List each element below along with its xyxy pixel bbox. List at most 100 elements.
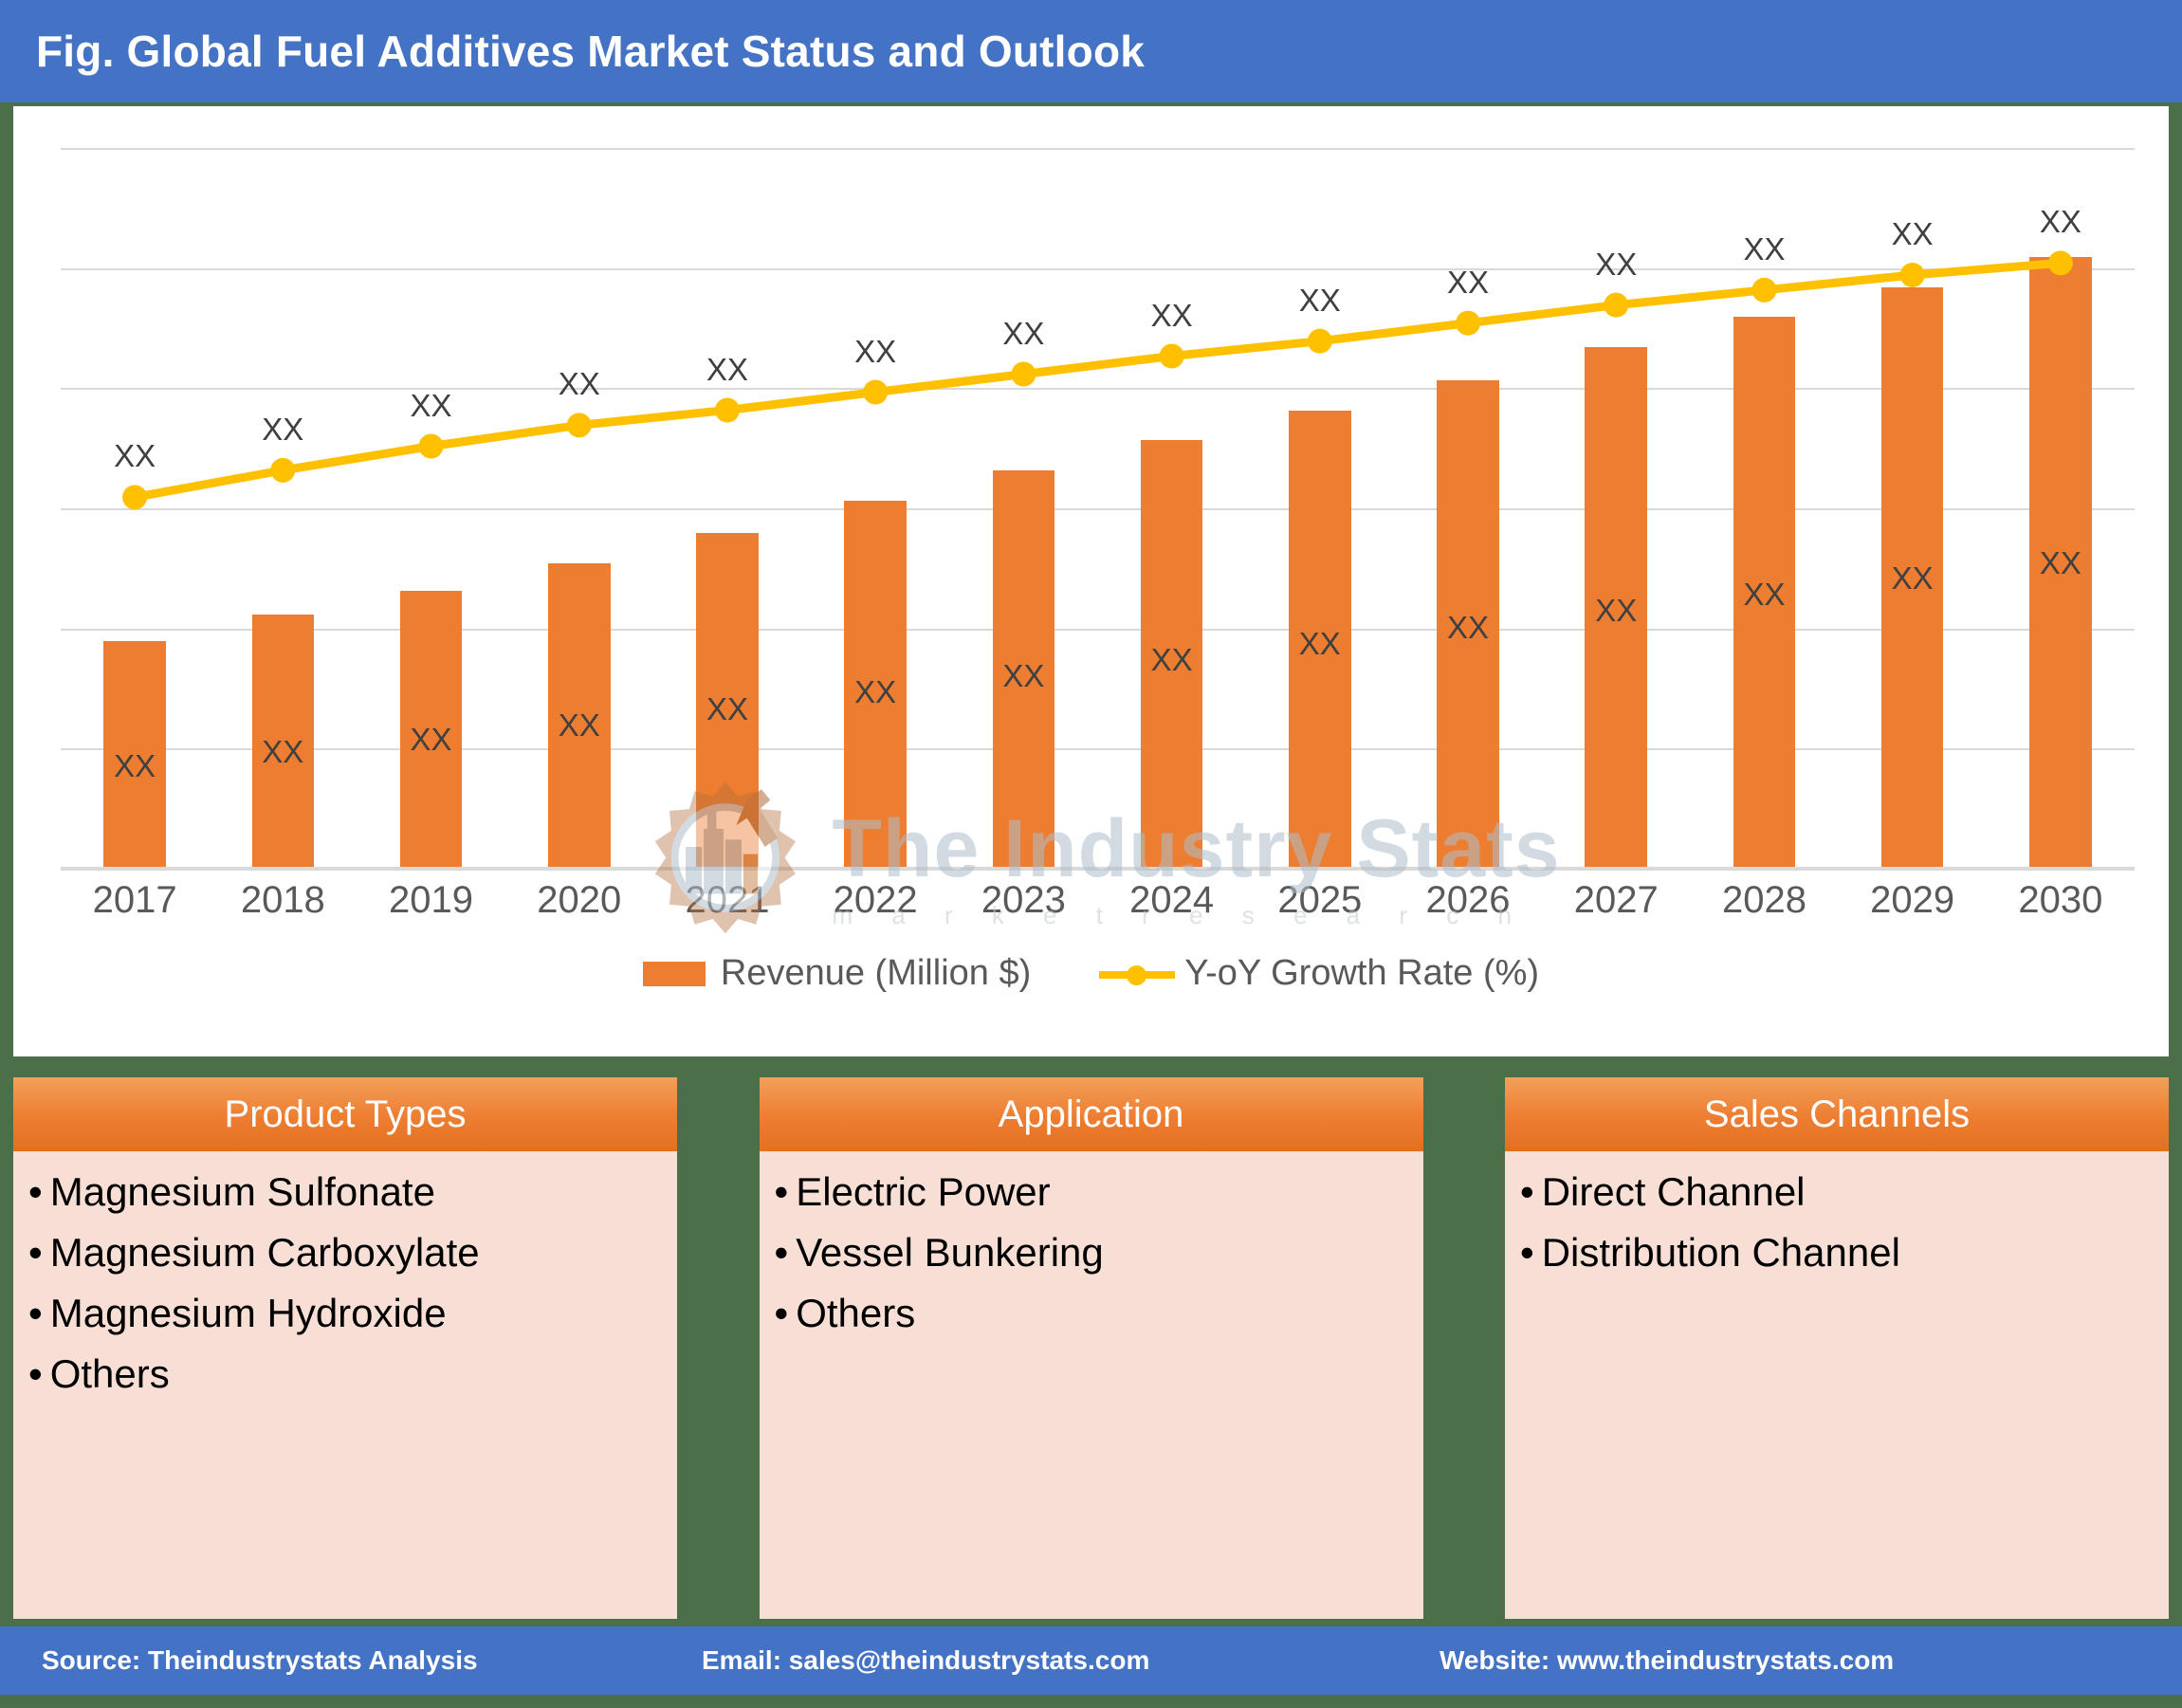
x-axis-tick-label: 2026 (1425, 879, 1511, 921)
x-axis-labels: 2017 2018 2019 2020 2021 2022 2023 2024 2025 2026… (61, 879, 2135, 936)
x-axis-tick-label: 2024 (1129, 879, 1215, 921)
line-value-label: XX (1743, 230, 1786, 266)
plot-area: XX XX XX XX XX XX XX XX XX XX XX XX XX XX XX XX XX XX XX XX… (61, 148, 2135, 934)
bar-value-label: XX (1298, 626, 1341, 662)
bar-value-label: XX (410, 721, 452, 757)
list-item: • Magnesium Carboxylate (28, 1233, 662, 1273)
bullet-icon: • (774, 1230, 789, 1275)
bar-value-label: XX (1447, 610, 1490, 646)
list-item: • Others (775, 1294, 1408, 1333)
list-item: • Electric Power (775, 1172, 1408, 1212)
bullet-icon: • (28, 1291, 43, 1335)
x-axis-tick-label: 2025 (1277, 879, 1363, 921)
line-value-label: XX (1298, 282, 1341, 318)
x-axis-line (61, 867, 2135, 870)
footer-bar: Source: Theindustrystats Analysis Email:… (0, 1626, 2182, 1695)
x-axis-tick-label: 2027 (1573, 879, 1659, 921)
list-item: • Vessel Bunkering (775, 1233, 1408, 1273)
segment-header-sales-channels: Sales Channels (1505, 1077, 2169, 1151)
segment-box-application: Application • Electric Power • Vessel Bu… (759, 1077, 1423, 1619)
footer-source: Source: Theindustrystats Analysis (42, 1645, 478, 1675)
list-item-label: Vessel Bunkering (796, 1230, 1104, 1275)
list-item-label: Others (49, 1351, 170, 1396)
x-axis-tick-label: 2017 (92, 879, 177, 921)
title-bar: Fig. Global Fuel Additives Market Status… (0, 0, 2182, 102)
bar-value-label: XX (262, 734, 304, 770)
segment-boxes: Product Types • Magnesium Sulfonate • Ma… (13, 1077, 2169, 1619)
bar-value-label: XX (1150, 641, 1193, 677)
line-value-label: XX (854, 333, 897, 369)
x-axis-tick-label: 2018 (240, 879, 325, 921)
line-value-label: XX (114, 438, 156, 474)
footer-email[interactable]: Email: sales@theindustrystats.com (702, 1645, 1149, 1676)
chart-infographic-page: Fig. Global Fuel Additives Market Status… (0, 0, 2182, 1708)
line-value-label: XX (410, 387, 452, 423)
legend-line-swatch-icon (1099, 962, 1176, 986)
line-value-label: XX (558, 366, 600, 402)
footer-website[interactable]: Website: www.theindustrystats.com (1439, 1645, 1894, 1676)
list-item-label: Magnesium Sulfonate (49, 1169, 435, 1214)
bar-value-label: XX (1002, 657, 1045, 693)
segment-box-sales-channels: Sales Channels • Direct Channel • Distri… (1505, 1077, 2169, 1619)
x-axis-tick-label: 2030 (2018, 879, 2103, 921)
list-item: • Distribution Channel (1520, 1233, 2154, 1273)
segment-list-product-types: • Magnesium Sulfonate • Magnesium Carbox… (13, 1151, 677, 1415)
bar-value-label: XX (1743, 577, 1786, 613)
line-value-label: XX (1150, 297, 1193, 333)
segment-box-product-types: Product Types • Magnesium Sulfonate • Ma… (13, 1077, 677, 1619)
bullet-icon: • (1520, 1169, 1534, 1214)
bar-value-label: XX (2039, 544, 2081, 580)
line-value-label: XX (1002, 315, 1045, 351)
line-value-label: XX (1891, 216, 1934, 251)
legend-bar-swatch-icon (642, 961, 706, 986)
legend-item-revenue[interactable]: Revenue (Million $) (642, 953, 1032, 994)
list-item: • Magnesium Sulfonate (28, 1172, 662, 1212)
segment-list-application: • Electric Power • Vessel Bunkering • Ot… (760, 1151, 1423, 1354)
list-item-label: Magnesium Hydroxide (49, 1291, 447, 1335)
bar-value-label: XX (854, 673, 897, 709)
line-value-label: XX (2039, 204, 2081, 240)
bullet-icon: • (774, 1169, 789, 1214)
segment-header-product-types: Product Types (13, 1077, 677, 1151)
legend-label-growth-rate: Y-oY Growth Rate (%) (1184, 953, 1540, 993)
list-item-label: Others (796, 1291, 916, 1335)
segment-list-sales-channels: • Direct Channel • Distribution Channel (1505, 1151, 2169, 1294)
bar-value-label: XX (1891, 560, 1934, 597)
legend-item-growth-rate[interactable]: Y-oY Growth Rate (%) (1099, 953, 1539, 994)
segment-title-product-types: Product Types (224, 1093, 467, 1135)
list-item-label: Direct Channel (1541, 1169, 1806, 1214)
page-title: Fig. Global Fuel Additives Market Status… (36, 27, 1146, 76)
x-axis-tick-label: 2029 (1870, 879, 1955, 921)
line-value-label: XX (262, 411, 304, 447)
chart-panel: XX XX XX XX XX XX XX XX XX XX XX XX XX XX XX XX XX XX XX XX… (13, 106, 2169, 1056)
bar-value-label: XX (706, 691, 748, 727)
list-item-label: Electric Power (796, 1169, 1051, 1214)
bullet-icon: • (28, 1169, 43, 1214)
chart-legend: Revenue (Million $) Y-oY Growth Rate (%) (13, 953, 2169, 994)
x-axis-tick-label: 2023 (981, 879, 1066, 921)
bar-value-label: XX (114, 748, 156, 784)
x-axis-tick-label: 2028 (1721, 879, 1806, 921)
segment-title-application: Application (998, 1093, 1184, 1135)
x-axis-tick-label: 2019 (389, 879, 474, 921)
list-item: • Magnesium Hydroxide (28, 1294, 662, 1333)
bullet-icon: • (774, 1291, 789, 1335)
line-value-label: XX (1595, 246, 1638, 282)
bar-value-label: XX (1595, 592, 1638, 628)
line-value-label: XX (1447, 264, 1490, 300)
x-axis-tick-label: 2022 (833, 879, 918, 921)
line-value-label: XX (706, 351, 748, 387)
bullet-icon: • (28, 1230, 43, 1275)
x-axis-tick-label: 2021 (685, 879, 770, 921)
x-axis-tick-label: 2020 (537, 879, 622, 921)
list-item-label: Magnesium Carboxylate (49, 1230, 480, 1275)
bar-value-label: XX (558, 707, 600, 743)
list-item-label: Distribution Channel (1541, 1230, 1900, 1275)
legend-label-revenue: Revenue (Million $) (720, 953, 1032, 993)
bullet-icon: • (1520, 1230, 1534, 1275)
segment-title-sales-channels: Sales Channels (1703, 1093, 1971, 1135)
data-labels: XX XX XX XX XX XX XX XX XX XX XX XX XX XX XX XX XX XX XX XX… (61, 149, 2135, 870)
list-item: • Direct Channel (1520, 1172, 2154, 1212)
bullet-icon: • (28, 1351, 43, 1396)
list-item: • Others (28, 1354, 662, 1394)
